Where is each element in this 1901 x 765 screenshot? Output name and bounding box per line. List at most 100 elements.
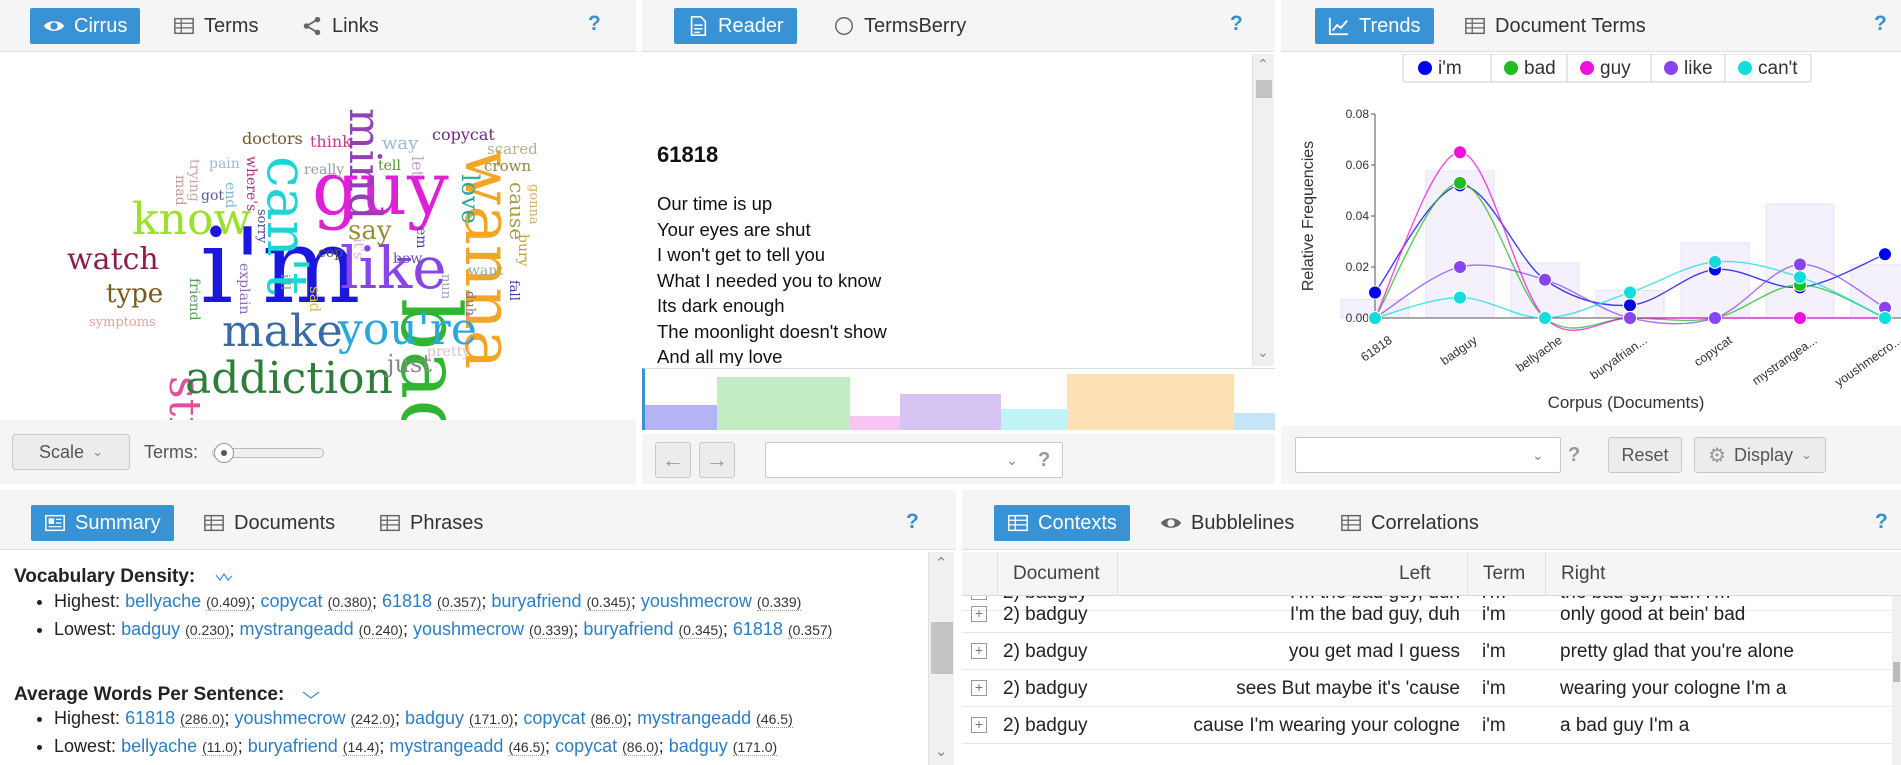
data-point[interactable] xyxy=(1878,311,1892,325)
cloud-word[interactable]: think xyxy=(310,132,352,151)
strip-segment[interactable] xyxy=(645,404,718,430)
cloud-word[interactable]: love xyxy=(456,174,484,224)
document-link[interactable]: copycat xyxy=(555,736,617,756)
table-row[interactable]: +2) badguy you get mad I guess i'm pretty g… xyxy=(962,633,1892,670)
cloud-word[interactable]: sad xyxy=(306,286,324,313)
cloud-word[interactable]: nun xyxy=(438,274,453,300)
document-link[interactable]: buryafriend xyxy=(491,591,581,611)
data-point[interactable] xyxy=(1708,311,1722,325)
document-link[interactable]: mystrangeadd xyxy=(389,736,503,756)
data-point[interactable] xyxy=(1538,272,1552,287)
summary-scrollbar[interactable]: ⌃ ⌄ xyxy=(928,552,954,765)
data-point[interactable] xyxy=(1878,247,1892,262)
cloud-word[interactable]: way xyxy=(382,133,419,154)
cloud-word[interactable]: cause xyxy=(505,182,529,240)
scroll-thumb[interactable] xyxy=(1256,80,1272,98)
data-point[interactable] xyxy=(1793,257,1807,272)
data-point[interactable] xyxy=(1623,285,1637,300)
cloud-word[interactable]: it's xyxy=(350,238,366,259)
strip-segment[interactable] xyxy=(717,376,850,430)
column-header-right[interactable]: Right xyxy=(1561,563,1605,585)
cloud-word[interactable]: just xyxy=(384,350,432,378)
expand-icon[interactable]: + xyxy=(971,680,987,696)
document-link[interactable]: youshmecrow xyxy=(413,619,524,639)
display-button[interactable]: ⚙ Display ⌄ xyxy=(1694,437,1826,473)
data-point[interactable] xyxy=(1368,311,1382,325)
help-icon[interactable]: ? xyxy=(906,510,919,534)
cloud-word[interactable]: em xyxy=(413,227,429,249)
column-header-left[interactable]: Left xyxy=(1399,563,1431,585)
tab-trends[interactable]: Trends xyxy=(1315,8,1434,44)
tab-documents[interactable]: Documents xyxy=(190,505,348,541)
strip-segment[interactable] xyxy=(1000,408,1068,430)
document-link[interactable]: mystrangeadd xyxy=(240,619,354,639)
grid-scrollbar[interactable] xyxy=(1892,596,1901,765)
previous-button[interactable]: ← xyxy=(655,442,691,478)
data-point[interactable] xyxy=(1453,145,1467,160)
document-link[interactable]: buryafriend xyxy=(248,736,338,756)
column-header-term[interactable]: Term xyxy=(1483,563,1525,585)
cloud-word[interactable]: symptoms xyxy=(89,315,156,330)
cloud-word[interactable]: tell xyxy=(378,158,401,174)
next-button[interactable]: → xyxy=(699,442,735,478)
document-link[interactable]: buryafriend xyxy=(583,619,673,639)
document-link[interactable]: bellyache xyxy=(125,591,201,611)
table-row[interactable]: +2) badguy sees But maybe it's 'cause i'm w… xyxy=(962,670,1892,707)
cloud-word[interactable]: pretty xyxy=(427,344,470,360)
cloud-word[interactable]: cop xyxy=(318,245,343,261)
table-row[interactable]: +2) badguy I'm the bad guy, duh i'm only go… xyxy=(962,596,1892,633)
cloud-word[interactable]: i'll xyxy=(277,274,292,290)
help-icon[interactable]: ? xyxy=(1874,12,1887,36)
chevron-up-icon[interactable]: ⌃ xyxy=(935,554,948,572)
tab-termsberry[interactable]: TermsBerry xyxy=(820,8,979,44)
document-link[interactable]: copycat xyxy=(523,708,585,728)
cloud-word[interactable]: addiction xyxy=(185,353,393,404)
cloud-word[interactable]: want xyxy=(468,263,503,279)
terms-slider[interactable] xyxy=(212,443,324,463)
terms-slider-thumb[interactable] xyxy=(213,443,234,463)
tab-contexts[interactable]: Contexts xyxy=(994,505,1130,541)
column-header-document[interactable]: Document xyxy=(1013,563,1100,585)
help-icon[interactable]: ? xyxy=(1038,449,1050,472)
tab-terms[interactable]: Terms xyxy=(160,8,271,44)
data-point[interactable] xyxy=(1453,290,1467,305)
scale-button[interactable]: Scale ⌄ xyxy=(12,434,130,470)
data-point[interactable] xyxy=(1368,285,1382,300)
data-point[interactable] xyxy=(1538,311,1552,325)
document-link[interactable]: 61818 xyxy=(382,591,432,611)
help-icon[interactable]: ? xyxy=(1568,444,1580,467)
help-icon[interactable]: ? xyxy=(588,12,601,36)
expand-icon[interactable]: + xyxy=(971,643,987,659)
cloud-word[interactable]: where's xyxy=(243,156,259,211)
tab-reader[interactable]: Reader xyxy=(674,8,797,44)
tab-correlations[interactable]: Correlations xyxy=(1327,505,1492,541)
document-link[interactable]: youshmecrow xyxy=(235,708,346,728)
expand-icon[interactable]: + xyxy=(971,717,987,733)
strip-segment[interactable] xyxy=(849,416,901,430)
cloud-word[interactable]: pain xyxy=(209,156,240,172)
cloud-word[interactable]: doctors xyxy=(242,129,303,148)
scroll-thumb[interactable] xyxy=(931,622,953,674)
cloud-word[interactable]: really xyxy=(304,162,344,178)
trends-term-combo[interactable]: ⌄ ? xyxy=(1295,437,1580,473)
cloud-word[interactable]: got xyxy=(201,188,224,204)
reader-scrollbar[interactable]: ⌃ ⌄ xyxy=(1252,54,1274,366)
cloud-word[interactable]: crown xyxy=(484,157,531,175)
document-link[interactable]: 61818 xyxy=(125,708,175,728)
cloud-word[interactable]: bow xyxy=(393,251,422,267)
strip-segment[interactable] xyxy=(1234,413,1275,430)
cloud-word[interactable]: end xyxy=(222,182,238,208)
cloud-word[interactable]: gonna xyxy=(526,184,541,225)
cloud-word[interactable]: copycat xyxy=(432,125,495,144)
document-link[interactable]: badguy xyxy=(669,736,728,756)
document-link[interactable]: 61818 xyxy=(733,619,783,639)
tab-cirrus[interactable]: Cirrus xyxy=(30,8,141,44)
document-link[interactable]: youshmecrow xyxy=(641,591,752,611)
data-point[interactable] xyxy=(1623,311,1637,325)
tab-bubblelines[interactable]: Bubblelines xyxy=(1147,505,1307,541)
scroll-thumb[interactable] xyxy=(1893,662,1900,682)
data-point[interactable] xyxy=(1453,175,1467,190)
legend-item[interactable]: i'm xyxy=(1417,58,1462,79)
document-link[interactable]: badguy xyxy=(405,708,464,728)
document-link[interactable]: mystrangeadd xyxy=(637,708,751,728)
